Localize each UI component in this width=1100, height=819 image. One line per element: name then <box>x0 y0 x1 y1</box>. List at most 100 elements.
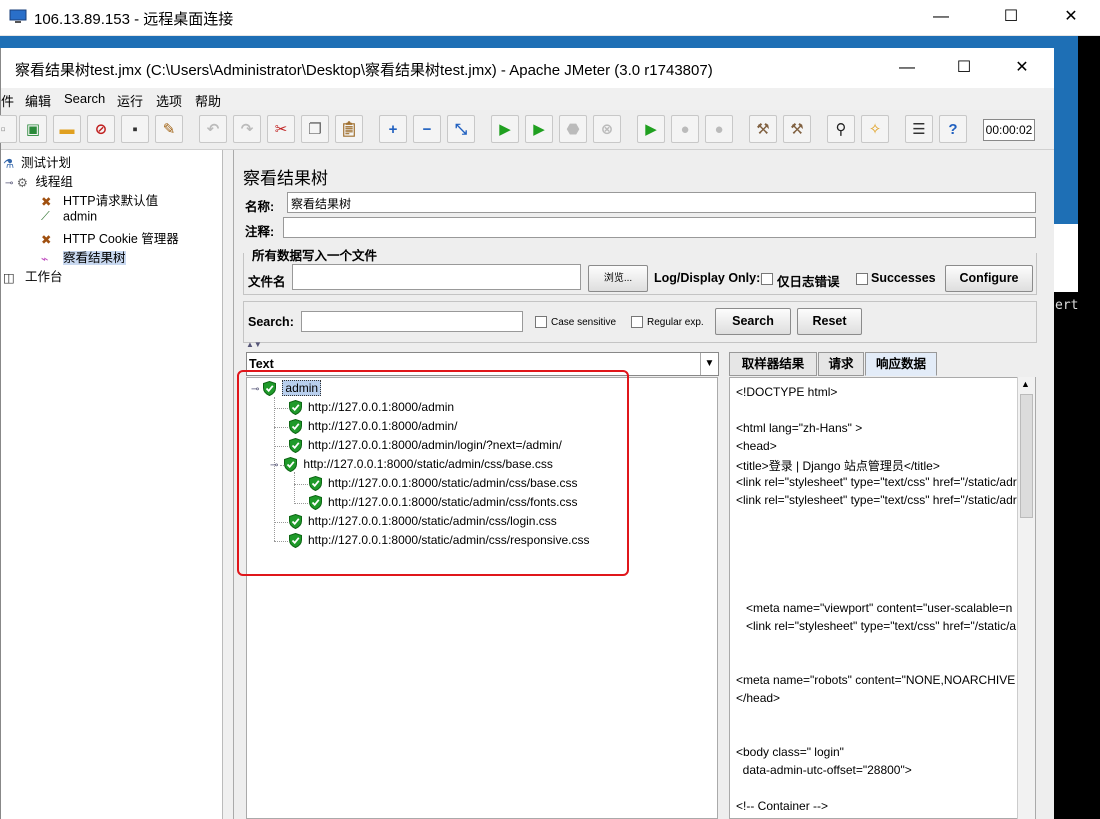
tree-item-view-results-tree[interactable]: ⌁ 察看结果树 <box>41 247 126 267</box>
menu-file[interactable]: 件 <box>1 91 14 110</box>
menu-search[interactable]: Search <box>64 91 105 106</box>
response-data-text[interactable]: <!DOCTYPE html> <html lang="zh-Hans" > <… <box>729 377 1036 819</box>
shutdown-icon[interactable]: ⊗ <box>593 115 621 143</box>
browse-button[interactable]: 浏览... <box>588 265 648 292</box>
response-line: <!DOCTYPE html> <box>736 385 838 399</box>
file-group-title: 所有数据写入一个文件 <box>250 245 380 264</box>
configure-button[interactable]: Configure <box>945 265 1033 292</box>
collapse-icon[interactable]: − <box>413 115 441 143</box>
scrollbar-thumb[interactable] <box>1020 394 1033 518</box>
response-line: <title>登录 | Django 站点管理员</title> <box>736 459 940 473</box>
rdp-close-button[interactable]: ✕ <box>1048 0 1094 34</box>
tree-item-test-plan[interactable]: ⚗ 测试计划 <box>3 152 71 172</box>
successes-label: Successes <box>871 271 936 285</box>
save-as-icon[interactable]: ✎ <box>155 115 183 143</box>
undo-icon[interactable]: ↶ <box>199 115 227 143</box>
stop-icon[interactable]: ⬣ <box>559 115 587 143</box>
errors-only-label: 仅日志错误 <box>777 275 840 289</box>
flask-icon: ⚗ <box>3 156 15 171</box>
rdp-title-bar: 106.13.89.153 - 远程桌面连接 — ☐ ✕ <box>0 0 1100 36</box>
filename-field[interactable] <box>292 264 581 290</box>
menu-options[interactable]: 选项 <box>156 91 182 110</box>
response-line: <meta name="viewport" content="user-scal… <box>736 601 1013 615</box>
tab-sampler-result[interactable]: 取样器结果 <box>729 352 817 376</box>
response-line: <link rel="stylesheet" type="text/css" h… <box>736 475 1017 489</box>
tab-request[interactable]: 请求 <box>818 352 864 376</box>
case-sensitive-label: Case sensitive <box>551 317 617 328</box>
menu-run[interactable]: 运行 <box>117 91 143 110</box>
log-display-label: Log/Display Only: <box>654 271 761 285</box>
tree-item-workbench[interactable]: ◫ 工作台 <box>3 266 63 286</box>
toggle-icon[interactable]: ⤡ <box>447 115 475 143</box>
cut-icon[interactable]: ✂ <box>267 115 295 143</box>
vertical-scrollbar[interactable]: ▲ <box>1017 377 1035 819</box>
name-field[interactable]: 察看结果树 <box>287 192 1036 213</box>
jmeter-minimize-button[interactable]: — <box>887 52 927 84</box>
search-button[interactable]: Search <box>715 308 791 335</box>
menu-edit[interactable]: 编辑 <box>25 91 51 110</box>
clear-all-icon[interactable]: ⚒ <box>783 115 811 143</box>
tab-response-data[interactable]: 响应数据 <box>865 352 937 376</box>
name-label: 名称: <box>245 200 275 214</box>
remote-start-icon[interactable]: ▶ <box>637 115 665 143</box>
response-line: <meta name="robots" content="NONE,NOARCH… <box>736 673 1016 687</box>
search-input[interactable] <box>301 311 523 332</box>
comment-field[interactable] <box>283 217 1036 238</box>
response-line: <!-- Container --> <box>736 799 829 813</box>
new-icon[interactable]: ▫ <box>0 115 17 143</box>
response-line: <html lang="zh-Hans" > <box>736 421 863 435</box>
renderer-value: Text <box>249 357 274 371</box>
comment-label: 注释: <box>245 225 275 239</box>
gear-icon: ⚙ <box>16 175 28 190</box>
clear-icon[interactable]: ⚒ <box>749 115 777 143</box>
function-helper-icon[interactable]: ☰ <box>905 115 933 143</box>
close-file-icon[interactable]: ⊘ <box>87 115 115 143</box>
redo-icon[interactable]: ↷ <box>233 115 261 143</box>
remote-stop-icon[interactable]: ● <box>671 115 699 143</box>
workbench-icon: ◫ <box>3 270 15 285</box>
panel-title: 察看结果树 <box>243 169 328 188</box>
splitter-arrows-icon[interactable]: ▲▼ <box>246 340 262 349</box>
response-line: </head> <box>736 691 781 705</box>
response-line: <head> <box>736 439 777 453</box>
menu-bar: 件 编辑 Search 运行 选项 帮助 <box>1 88 1054 110</box>
tree-item-http-defaults[interactable]: ✖ HTTP请求默认值 <box>41 190 158 210</box>
open-icon[interactable]: ▬ <box>53 115 81 143</box>
rdp-maximize-button[interactable]: ☐ <box>988 0 1034 34</box>
jmeter-title: 察看结果树test.jmx (C:\Users\Administrator\De… <box>15 62 713 79</box>
copy-icon[interactable]: ❐ <box>301 115 329 143</box>
terminal-text: ert <box>1055 298 1079 313</box>
save-icon[interactable]: ▪ <box>121 115 149 143</box>
reset-button[interactable]: Reset <box>797 308 862 335</box>
successes-checkbox[interactable] <box>856 273 868 285</box>
rdp-minimize-button[interactable]: — <box>918 0 964 34</box>
case-sensitive-checkbox[interactable] <box>535 316 547 328</box>
chevron-down-icon[interactable]: ▼ <box>700 353 718 375</box>
tree-item-admin-sampler[interactable]: ⟋ admin <box>41 209 97 225</box>
start-no-pause-icon[interactable]: ▶ <box>525 115 553 143</box>
test-plan-tree: ⚗ 测试计划 ⊸ ⚙ 线程组 ✖ HTTP请求默认值 ⟋ admin ✖ HTTP Cook… <box>1 150 223 819</box>
tree-item-cookie-manager[interactable]: ✖ HTTP Cookie 管理器 <box>41 228 179 248</box>
regex-label: Regular exp. <box>647 317 704 328</box>
errors-only-checkbox[interactable] <box>761 273 773 285</box>
reset-search-icon[interactable]: ✧ <box>861 115 889 143</box>
red-highlight-box <box>237 370 629 576</box>
tree-item-thread-group[interactable]: ⊸ ⚙ 线程组 <box>5 171 73 191</box>
jmeter-maximize-button[interactable]: ☐ <box>944 52 984 84</box>
remote-shutdown-icon[interactable]: ● <box>705 115 733 143</box>
graph-icon: ⌁ <box>41 251 49 266</box>
start-icon[interactable]: ▶ <box>491 115 519 143</box>
regex-checkbox[interactable] <box>631 316 643 328</box>
response-line: <body class=" login" <box>736 745 844 759</box>
scroll-up-icon[interactable]: ▲ <box>1021 379 1030 389</box>
help-icon[interactable]: ? <box>939 115 967 143</box>
paste-icon[interactable]: 📋︎ <box>335 115 363 143</box>
templates-icon[interactable]: ▣ <box>19 115 47 143</box>
expand-icon[interactable]: + <box>379 115 407 143</box>
remote-desktop-icon <box>9 9 27 23</box>
search-icon[interactable]: ⚲ <box>827 115 855 143</box>
tools-icon: ✖ <box>41 232 52 247</box>
response-line: <link rel="stylesheet" type="text/css" h… <box>736 493 1017 507</box>
menu-help[interactable]: 帮助 <box>195 91 221 110</box>
jmeter-close-button[interactable]: ✕ <box>1002 52 1042 84</box>
